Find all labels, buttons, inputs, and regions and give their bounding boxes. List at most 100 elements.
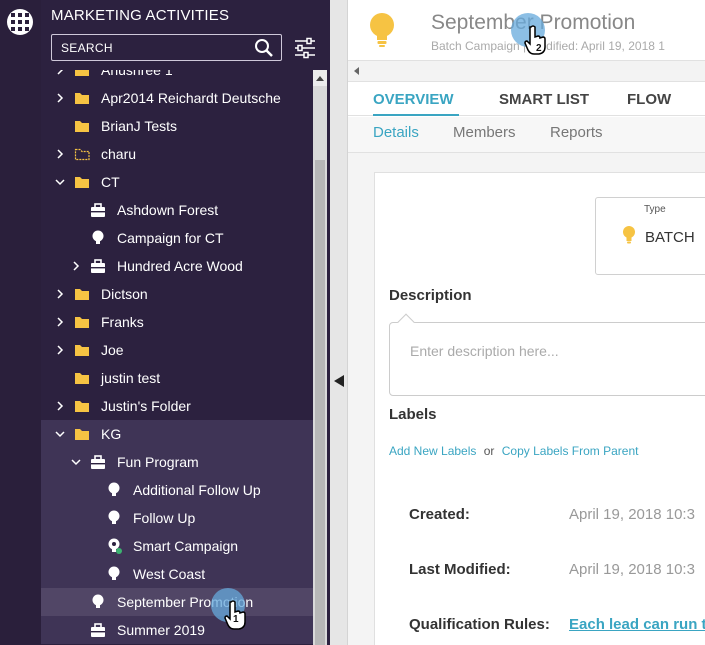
main-panel: September Promotion Batch Campaign | Mod… xyxy=(348,0,705,645)
globe-icon[interactable] xyxy=(5,7,35,37)
type-label: Type xyxy=(644,204,666,215)
subtab-reports[interactable]: Reports xyxy=(550,124,603,141)
tree-item[interactable]: justin test xyxy=(41,364,313,392)
tree-item-label: BrianJ Tests xyxy=(101,118,177,134)
tree-item[interactable]: Anushree 1 xyxy=(41,70,313,84)
campaign-bulb-icon xyxy=(106,482,122,498)
cursor-step-1: 1 xyxy=(211,588,247,630)
subtab-members[interactable]: Members xyxy=(453,124,516,141)
step-number: 2 xyxy=(536,43,542,54)
tree-item[interactable]: Joe xyxy=(41,336,313,364)
qualification-rules-label: Qualification Rules: xyxy=(409,616,550,633)
collapse-arrow-icon[interactable] xyxy=(333,374,345,388)
program-briefcase-icon xyxy=(90,258,106,274)
chevron-right-icon[interactable] xyxy=(53,147,67,161)
tab-smart-list[interactable]: SMART LIST xyxy=(499,91,589,108)
tree-item[interactable]: West Coast xyxy=(41,560,313,588)
chevron-right-icon[interactable] xyxy=(53,315,67,329)
tree-item-label: Fun Program xyxy=(117,454,199,470)
chevron-right-icon[interactable] xyxy=(53,91,67,105)
chevron-right-icon[interactable] xyxy=(53,287,67,301)
chevron-down-icon[interactable] xyxy=(53,427,67,441)
search-box[interactable] xyxy=(51,34,282,61)
tree-item-label: KG xyxy=(101,426,122,442)
tree-item-label: Hundred Acre Wood xyxy=(117,258,243,274)
tree-item[interactable]: Apr2014 Reichardt Deutsche xyxy=(41,84,313,112)
add-new-labels-link[interactable]: Add New Labels xyxy=(389,444,476,458)
horizontal-scrollbar[interactable] xyxy=(348,60,705,82)
last-modified-value: April 19, 2018 10:3 xyxy=(569,561,695,578)
tree-item[interactable]: BrianJ Tests xyxy=(41,112,313,140)
tab-overview[interactable]: OVERVIEW xyxy=(373,91,454,108)
copy-labels-link[interactable]: Copy Labels From Parent xyxy=(502,444,639,458)
tree-item[interactable]: charu xyxy=(41,140,313,168)
tree-item[interactable]: Fun Program xyxy=(41,448,313,476)
folder-icon xyxy=(74,398,90,414)
tab-flow[interactable]: FLOW xyxy=(627,91,671,108)
tree-item-label: charu xyxy=(101,146,137,162)
tree-item[interactable]: Follow Up xyxy=(41,504,313,532)
tree-item-label: Follow Up xyxy=(133,510,196,526)
tree-item[interactable]: September Promotion xyxy=(41,588,313,616)
folder-outline-icon xyxy=(74,146,90,162)
tree-item[interactable]: Campaign for CT xyxy=(41,224,313,252)
tree-item[interactable]: Smart Campaign xyxy=(41,532,313,560)
tree-item-label: West Coast xyxy=(133,566,206,582)
active-campaign-icon xyxy=(106,538,122,554)
step-number: 1 xyxy=(233,614,239,625)
tree-item-label: Summer 2019 xyxy=(117,622,205,638)
program-briefcase-icon xyxy=(90,202,106,218)
tab-bar: OVERVIEW SMART LIST FLOW xyxy=(348,82,705,116)
folder-icon xyxy=(74,314,90,330)
tree-item[interactable]: Dictson xyxy=(41,280,313,308)
filter-settings-icon[interactable] xyxy=(293,36,317,60)
tree-item[interactable]: Additional Follow Up xyxy=(41,476,313,504)
cursor-step-2: 2 xyxy=(511,13,547,55)
created-label: Created: xyxy=(409,506,470,523)
description-input[interactable] xyxy=(410,343,690,365)
folder-icon xyxy=(74,286,90,302)
folder-icon xyxy=(74,90,90,106)
chevron-down-icon[interactable] xyxy=(69,455,83,469)
chevron-right-icon[interactable] xyxy=(53,399,67,413)
scroll-up-button[interactable] xyxy=(313,70,327,86)
tree-item[interactable]: CT xyxy=(41,168,313,196)
tree-item-label: Justin's Folder xyxy=(101,398,191,414)
panel-title: MARKETING ACTIVITIES xyxy=(51,7,230,24)
tree-item[interactable]: KG xyxy=(41,420,313,448)
program-briefcase-icon xyxy=(90,454,106,470)
last-modified-label: Last Modified: xyxy=(409,561,511,578)
campaign-bulb-icon xyxy=(90,594,106,610)
campaign-bulb-icon xyxy=(90,230,106,246)
tree-item[interactable]: Franks xyxy=(41,308,313,336)
chevron-down-icon[interactable] xyxy=(53,175,67,189)
tree-item-label: Additional Follow Up xyxy=(133,482,261,498)
folder-icon xyxy=(74,370,90,386)
search-input[interactable] xyxy=(61,39,241,57)
tree-item-label: Ashdown Forest xyxy=(117,202,219,218)
chevron-right-icon[interactable] xyxy=(53,70,67,77)
description-box[interactable] xyxy=(389,322,705,396)
tree-item[interactable]: Justin's Folder xyxy=(41,392,313,420)
scrollbar-thumb[interactable] xyxy=(315,160,325,645)
panel-collapse-handle[interactable] xyxy=(330,0,348,645)
scroll-left-icon[interactable] xyxy=(353,65,361,77)
program-briefcase-icon xyxy=(90,622,106,638)
folder-icon xyxy=(74,426,90,442)
tree-item[interactable]: Ashdown Forest xyxy=(41,196,313,224)
lightbulb-icon xyxy=(370,13,394,47)
subtab-bar: Details Members Reports xyxy=(348,117,705,153)
qualification-rules-link[interactable]: Each lead can run th xyxy=(569,616,705,633)
chevron-right-icon[interactable] xyxy=(69,259,83,273)
subtab-details[interactable]: Details xyxy=(373,124,419,141)
tree-item-label: Campaign for CT xyxy=(117,230,224,246)
chevron-right-icon[interactable] xyxy=(53,343,67,357)
search-icon[interactable] xyxy=(253,38,275,58)
tree-item[interactable]: Summer 2019 xyxy=(41,616,313,644)
folder-icon xyxy=(74,118,90,134)
tree-item[interactable]: Hundred Acre Wood xyxy=(41,252,313,280)
active-tab-indicator xyxy=(373,114,459,116)
tree-item-label: Joe xyxy=(101,342,124,358)
type-card: Type BATCH xyxy=(595,197,705,275)
tree-item-label: Apr2014 Reichardt Deutsche xyxy=(101,90,281,106)
